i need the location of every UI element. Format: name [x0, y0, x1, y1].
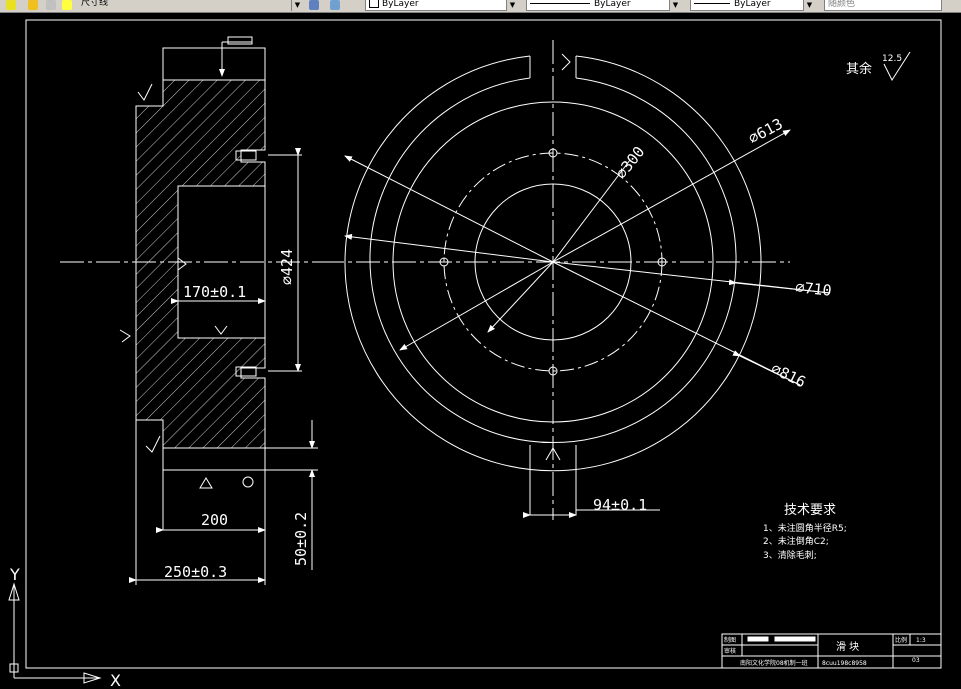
ucs-x-label: X	[110, 671, 121, 689]
roughness-symbol-5	[145, 435, 161, 453]
dim-d710: ⌀710	[795, 278, 833, 300]
section-hatch	[135, 79, 266, 449]
title-scale-value: 1:3	[916, 637, 926, 644]
roughness-symbol-7	[242, 476, 254, 488]
side-section-view	[60, 36, 320, 585]
tech-req-title: 技术要求	[784, 503, 836, 518]
dim-d613: ⌀613	[745, 115, 785, 148]
dim-d300: ⌀300	[612, 143, 648, 183]
roughness-symbol-3	[214, 325, 228, 335]
dim-50: 50±0.2	[292, 512, 310, 566]
title-part-name: 滑 块	[836, 641, 859, 653]
title-drawn-label: 制图	[724, 636, 736, 644]
title-scale-label: 比例	[895, 636, 907, 644]
roughness-symbol-2	[177, 257, 187, 271]
tech-req-item-2: 2、未注倒角C2;	[763, 535, 829, 547]
tech-req-item-1: 1、未注圆角半径R5;	[763, 522, 847, 534]
tech-req-item-3: 3、清除毛刺;	[763, 549, 817, 561]
roughness-symbol-1	[137, 83, 153, 101]
dim-170: 170±0.1	[183, 283, 246, 301]
dim-94: 94±0.1	[593, 496, 647, 514]
roughness-slot-top	[561, 53, 571, 71]
drawing-canvas[interactable]: 170±0.1 ⌀424 200 250±0.3 50±0.2 ⌀613 ⌀30…	[0, 0, 961, 689]
title-checked-label: 审核	[724, 647, 736, 655]
dim-200: 200	[201, 511, 228, 529]
roughness-symbol-6	[199, 477, 213, 489]
dim-250: 250±0.3	[164, 563, 227, 581]
front-circular-view	[320, 40, 831, 520]
title-file-code: 8cuu198c8958	[822, 660, 867, 667]
roughness-symbol-4	[119, 329, 131, 343]
surface-roughness-value: 12.5	[882, 54, 902, 64]
title-school: 南阳文化学院08机制一班	[740, 659, 808, 667]
surface-note-label: 其余	[846, 61, 872, 77]
top-step	[162, 47, 266, 81]
dim-d816: ⌀816	[768, 359, 808, 391]
title-sheet-no: 03	[912, 657, 920, 664]
dim-bore-424: ⌀424	[278, 249, 296, 285]
ucs-y-label: Y	[9, 565, 20, 584]
